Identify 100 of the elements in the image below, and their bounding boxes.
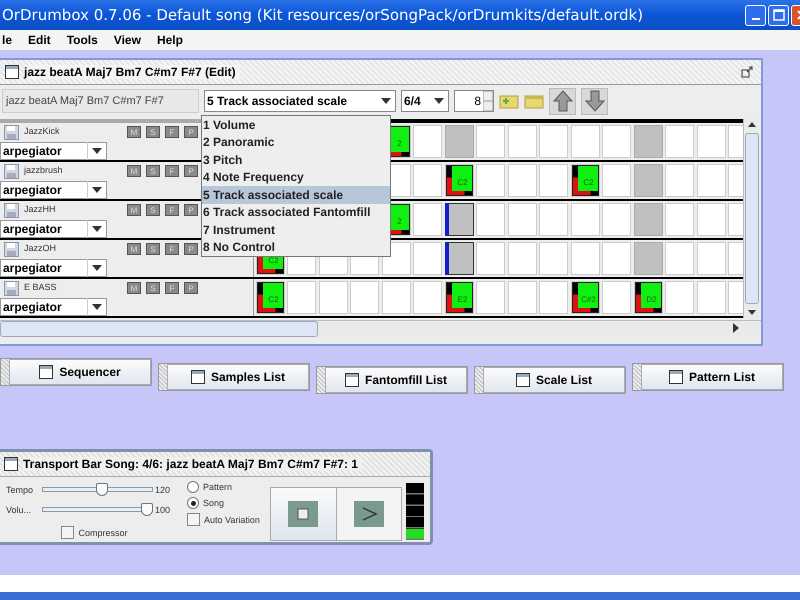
restore-icon[interactable] [741, 66, 753, 78]
floppy-icon[interactable] [4, 125, 19, 140]
checkbox-label: Auto Variation [204, 514, 260, 524]
shaded-step[interactable] [634, 125, 662, 158]
note-block[interactable]: E2 [446, 282, 472, 313]
shaded-step[interactable] [634, 242, 662, 275]
track-mode-dropdown[interactable]: arpegiator [0, 259, 107, 277]
track-toggle-button[interactable]: S [146, 243, 160, 255]
track-toggle-button[interactable]: P [184, 243, 198, 255]
track-name: E BASS [24, 282, 57, 292]
track-mode-dropdown[interactable]: arpegiator [0, 220, 107, 238]
note-block[interactable]: C2 [256, 282, 284, 313]
grip-handle[interactable] [475, 367, 483, 393]
menu-item[interactable]: View [112, 33, 143, 47]
checkbox[interactable] [61, 526, 74, 540]
move-up-button[interactable] [549, 88, 576, 114]
track-toggle-button[interactable]: M [127, 282, 141, 294]
dropdown-option[interactable]: 5 Track associated scale [202, 186, 390, 204]
menu-item[interactable]: le [0, 33, 14, 47]
floppy-icon[interactable] [4, 281, 19, 296]
track-mode-dropdown[interactable]: arpegiator [0, 181, 107, 199]
maximize-button[interactable] [768, 4, 789, 26]
caret-icon [92, 265, 102, 271]
track-toggle-button[interactable]: M [127, 126, 141, 138]
control-dropdown[interactable]: 5 Track associated scale [204, 90, 396, 112]
track-toggle-button[interactable]: S [146, 204, 160, 216]
dropdown-option[interactable]: 4 Note Frequency [202, 168, 390, 186]
track-toggle-button[interactable]: F [165, 243, 179, 255]
radio-button[interactable] [187, 481, 199, 493]
window-icon [516, 373, 530, 387]
pattern-icon[interactable] [524, 93, 544, 109]
slider-thumb[interactable] [141, 502, 153, 516]
window-icon [4, 457, 18, 471]
track-mode-dropdown[interactable]: arpegiator [0, 298, 107, 316]
track-mode-dropdown[interactable]: arpegiator [0, 142, 107, 160]
minimize-button[interactable] [745, 4, 766, 26]
grip-handle[interactable] [159, 364, 167, 390]
track-toggle-button[interactable]: S [146, 165, 160, 177]
panel-button[interactable]: Pattern List [641, 364, 783, 390]
track-toggle-button[interactable]: F [165, 165, 179, 177]
transport-title: Transport Bar Song: 4/6: jazz beatA Maj7 Bm7 C#m7 F#7: 1 [23, 457, 362, 471]
grip-handle[interactable] [1, 359, 9, 385]
pattern-name-field[interactable]: jazz beatA Maj7 Bm7 C#m7 F#7 [2, 89, 199, 113]
window-icon [345, 373, 359, 387]
step-marker[interactable] [444, 203, 474, 236]
menu-item[interactable]: Edit [26, 33, 53, 47]
menu-item[interactable]: Help [154, 33, 185, 47]
track-toggle-button[interactable]: F [165, 126, 179, 138]
radio-label: Pattern [203, 482, 232, 492]
steps-spinner[interactable]: 8 [454, 90, 494, 112]
window-icon [39, 365, 54, 379]
slider-track[interactable] [42, 502, 153, 517]
play-button[interactable] [336, 488, 401, 540]
track-toggle-button[interactable]: F [165, 204, 179, 216]
track-toggle-button[interactable]: S [146, 282, 160, 294]
window-icon [5, 65, 19, 79]
track-name: JazzHH [24, 204, 56, 214]
track-toggle-button[interactable]: P [184, 165, 198, 177]
stop-button[interactable] [270, 488, 336, 540]
grip-handle[interactable] [633, 364, 641, 390]
floppy-icon[interactable] [4, 203, 19, 218]
window-title: OrDrumbox 0.7.06 - Default song (Kit resources/orSongPack/orDrumkits/default.ordk) [1, 6, 644, 24]
track-toggle-button[interactable]: P [184, 126, 198, 138]
shaded-step[interactable] [634, 164, 662, 197]
slider-thumb[interactable] [96, 482, 108, 496]
meter-dropdown[interactable]: 6/4 [401, 90, 449, 112]
menu-item[interactable]: Tools [64, 33, 100, 47]
track-toggle-button[interactable]: P [184, 204, 198, 216]
track-toggle-button[interactable]: P [184, 282, 198, 294]
grip-handle[interactable] [317, 367, 325, 393]
track-toggle-button[interactable]: M [127, 165, 141, 177]
floppy-icon[interactable] [4, 242, 19, 257]
slider-track[interactable] [42, 482, 153, 497]
floppy-icon[interactable] [4, 164, 19, 179]
add-pattern-icon[interactable] [499, 93, 519, 109]
vertical-scrollbar[interactable] [743, 119, 759, 318]
track-toggle-button[interactable]: M [127, 243, 141, 255]
checkbox[interactable] [187, 513, 200, 526]
panel-button[interactable]: Fantomfill List [325, 367, 467, 393]
step-marker[interactable] [444, 242, 474, 275]
note-block[interactable]: C2 [572, 165, 598, 196]
spinner-arrows-icon[interactable] [483, 91, 493, 111]
note-block[interactable]: C#2 [572, 282, 598, 313]
panel-button[interactable]: Sequencer [9, 359, 151, 385]
maximize-icon [772, 9, 784, 21]
slider-label: Tempo [6, 484, 34, 495]
horizontal-scrollbar[interactable] [0, 320, 761, 337]
track-toggle-button[interactable]: S [146, 126, 160, 138]
track-toggle-button[interactable]: F [165, 282, 179, 294]
note-block[interactable]: C2 [446, 165, 472, 196]
note-block[interactable]: D2 [634, 282, 662, 313]
panel-button[interactable]: Scale List [483, 367, 625, 393]
move-down-button[interactable] [581, 88, 608, 114]
shaded-step[interactable] [444, 125, 474, 158]
stop-icon [288, 501, 318, 527]
panel-button[interactable]: Samples List [167, 364, 309, 390]
track-toggle-button[interactable]: M [127, 204, 141, 216]
editor-title: jazz beatA Maj7 Bm7 C#m7 F#7 (Edit) [24, 65, 240, 79]
shaded-step[interactable] [634, 203, 662, 236]
radio-button[interactable] [187, 497, 199, 509]
